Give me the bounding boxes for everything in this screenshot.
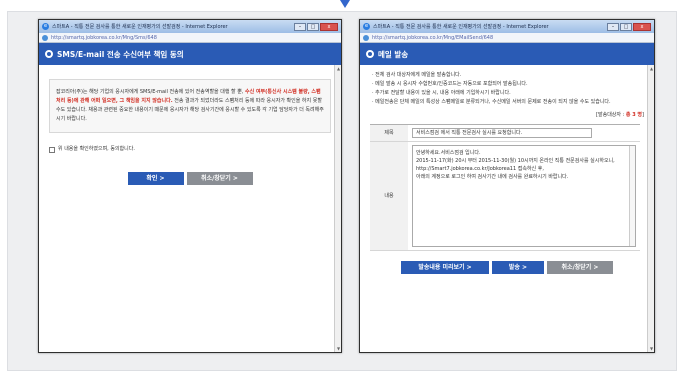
count-label: [발송대상자 :: [596, 112, 626, 118]
scroll-up-icon[interactable]: ▲: [649, 66, 654, 71]
count-value: 총 3 명: [625, 112, 643, 118]
notice-text-1: 잡코리아(주)는 해당 기업의 응시자에게 SMS/E-mail 전송에 있어 …: [56, 89, 245, 95]
close-button[interactable]: x: [320, 22, 338, 31]
instruction-item: · 추가로 전달할 내용이 있을 시, 내용 아래에 기입하시기 바랍니다.: [372, 90, 511, 96]
minimize-button[interactable]: –: [294, 22, 306, 31]
recipient-count: [발송대상자 : 총 3 명]: [370, 111, 644, 120]
page-header: SMS/E-mail 전송 수신여부 책임 동의: [39, 43, 341, 65]
preview-button[interactable]: 발송내용 미리보기 >: [401, 261, 489, 274]
minimize-button[interactable]: –: [607, 22, 619, 31]
mail-form: 제목 서비스점검 에서 직통 전문검사 실시를 요청합니다. 내용 안녕하세요.…: [370, 124, 640, 251]
address-bar[interactable]: http://smartq.jobkorea.co.kr/Mng/EMailSe…: [360, 33, 654, 43]
window-title: 스마트A - 직통 전문 검사를 통한 새로운 인재평가의 선발검정 - Int…: [52, 24, 228, 30]
instruction-item: · 전체 검사 대상자에게 메일을 발송합니다.: [372, 72, 462, 78]
body-line: 2015-11-17(화) 20시 부터 2015-11-30(월) 10시까지…: [416, 158, 615, 164]
body-line: 아래의 계정으로 로그인 하여 검사기간 내에 검사를 완료하시기 바랍니다.: [416, 174, 569, 180]
vertical-scrollbar[interactable]: ▲ ▼: [647, 65, 654, 352]
send-button[interactable]: 발송 >: [492, 261, 544, 274]
sms-consent-window: e 스마트A - 직통 전문 검사를 통한 새로운 인재평가의 선발검정 - I…: [38, 19, 342, 353]
body-line: http://Smart7.jobkorea.co.kr/Jobkorea11 …: [416, 166, 544, 172]
scroll-up-icon[interactable]: ▲: [336, 66, 341, 71]
address-url[interactable]: http://smartq.jobkorea.co.kr/Mng/Sms/648: [51, 35, 157, 41]
instruction-item: · 메일전송은 단체 메일의 특성상 스팸메일로 분류되거나, 수신메일 서버의…: [372, 99, 611, 105]
maximize-button[interactable]: □: [620, 22, 632, 31]
address-url[interactable]: http://smartq.jobkorea.co.kr/Mng/EMailSe…: [372, 35, 493, 41]
body-label: 내용: [370, 142, 408, 250]
ie-icon: e: [42, 23, 49, 30]
scroll-down-icon[interactable]: ▼: [649, 346, 654, 351]
subject-input[interactable]: 서비스점검 에서 직통 전문검사 실시를 요청합니다.: [412, 128, 592, 138]
body-textarea[interactable]: 안녕하세요.서비스점검 입니다. 2015-11-17(화) 20시 부터 20…: [412, 145, 636, 247]
maximize-button[interactable]: □: [307, 22, 319, 31]
cancel-close-button[interactable]: 취소/창닫기 >: [547, 261, 613, 274]
circle-icon: [366, 50, 374, 58]
window-titlebar: e 스마트A - 직통 전문 검사를 통한 새로운 인재평가의 선발검정 - I…: [39, 20, 341, 33]
body-line: 안녕하세요.서비스점검 입니다.: [416, 150, 481, 156]
page-title: 메일 발송: [378, 49, 409, 59]
body-row: 내용 안녕하세요.서비스점검 입니다. 2015-11-17(화) 20시 부터…: [370, 142, 640, 251]
close-button[interactable]: x: [633, 22, 651, 31]
page-icon: [42, 34, 48, 41]
scroll-down-icon[interactable]: ▼: [336, 346, 341, 351]
textarea-scrollbar[interactable]: [629, 146, 635, 246]
down-arrow-icon: [340, 0, 350, 8]
window-title: 스마트A - 직통 전문 검사를 통한 새로운 인재평가의 선발검정 - Int…: [373, 24, 549, 30]
consent-notice: 잡코리아(주)는 해당 기업의 응시자에게 SMS/E-mail 전송에 있어 …: [49, 79, 331, 133]
cancel-close-button[interactable]: 취소/창닫기 >: [186, 172, 253, 185]
address-bar[interactable]: http://smartq.jobkorea.co.kr/Mng/Sms/648: [39, 33, 341, 43]
instruction-item: · 메일 발송 시 응시자 수험번호/인증코드는 자동으로 포함되어 발송됩니다…: [372, 81, 528, 87]
email-send-window: e 스마트A - 직통 전문 검사를 통한 새로운 인재평가의 선발검정 - I…: [359, 19, 655, 353]
subject-label: 제목: [370, 125, 408, 141]
consent-checkbox[interactable]: [49, 146, 55, 153]
circle-icon: [45, 50, 53, 58]
page-header: 메일 발송: [360, 43, 654, 65]
vertical-scrollbar[interactable]: ▲ ▼: [334, 65, 341, 352]
window-titlebar: e 스마트A - 직통 전문 검사를 통한 새로운 인재평가의 선발검정 - I…: [360, 20, 654, 33]
page-title: SMS/E-mail 전송 수신여부 책임 동의: [57, 49, 184, 59]
consent-checkbox-label[interactable]: 위 내용을 확인하였으며, 동의합니다.: [58, 145, 135, 154]
confirm-button[interactable]: 확인 >: [127, 172, 184, 185]
ie-icon: e: [363, 23, 370, 30]
mail-instructions: · 전체 검사 대상자에게 메일을 발송합니다. · 메일 발송 시 응시자 수…: [372, 71, 644, 107]
subject-row: 제목 서비스점검 에서 직통 전문검사 실시를 요청합니다.: [370, 125, 640, 142]
consent-checkbox-row[interactable]: 위 내용을 확인하였으며, 동의합니다.: [49, 145, 331, 154]
page-icon: [363, 34, 369, 41]
count-suffix: ]: [642, 112, 644, 118]
